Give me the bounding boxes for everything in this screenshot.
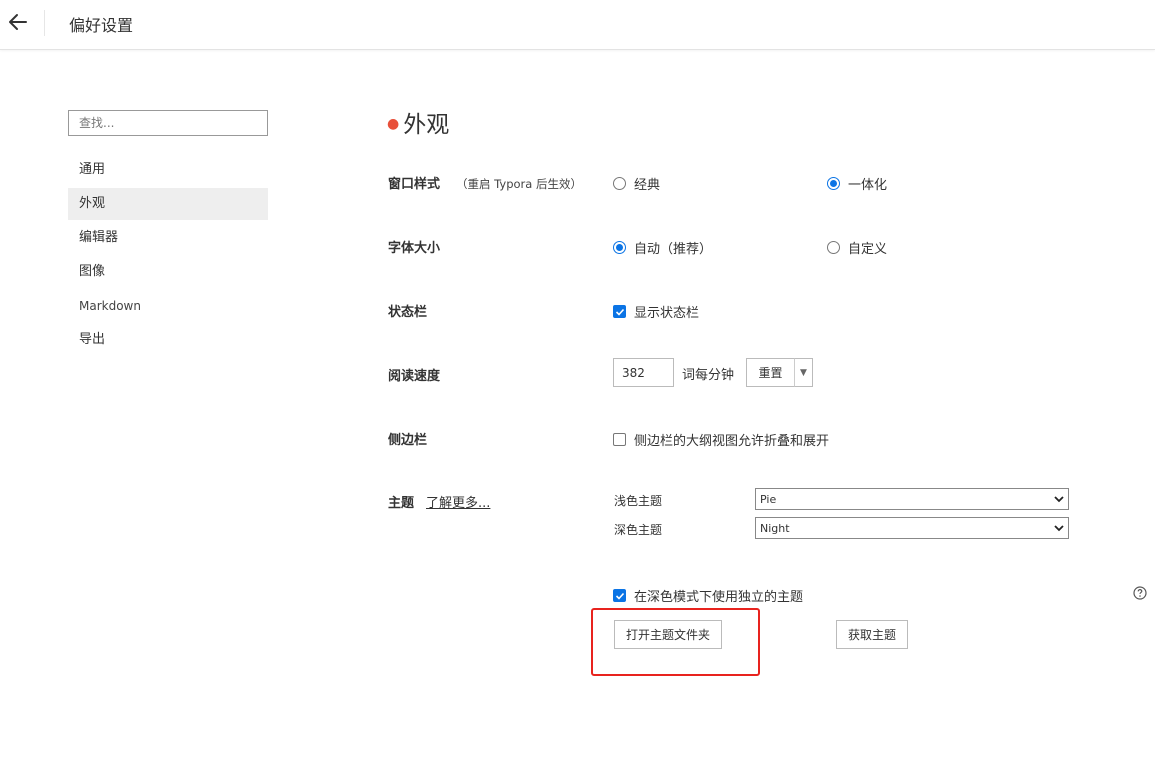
- theme-label-text: 主题: [388, 496, 415, 511]
- radio-custom[interactable]: [827, 241, 840, 254]
- theme-label: 主题 了解更多...: [388, 492, 490, 511]
- checkbox-label: 显示状态栏: [634, 306, 700, 321]
- option-label: 自动（推荐）: [634, 242, 713, 257]
- sidebar-setting-label: 侧边栏: [388, 433, 428, 448]
- outline-collapse-checkbox[interactable]: [613, 433, 626, 446]
- sidebar-item-markdown[interactable]: Markdown: [68, 290, 268, 322]
- open-theme-folder-button[interactable]: 打开主题文件夹: [614, 620, 722, 649]
- outline-collapse-option[interactable]: 侧边栏的大纲视图允许折叠和展开: [613, 430, 829, 449]
- radio-classic[interactable]: [613, 177, 626, 190]
- light-theme-label: 浅色主题: [614, 494, 663, 508]
- window-style-label: 窗口样式 （重启 Typora 后生效）: [388, 173, 582, 192]
- reading-speed-unit: 词每分钟: [682, 368, 735, 383]
- chevron-down-icon: [1054, 525, 1064, 532]
- status-bar-label: 状态栏: [388, 305, 428, 320]
- sidebar-item-general[interactable]: 通用: [68, 154, 268, 186]
- arrow-left-icon: [9, 14, 27, 30]
- window-style-hint: （重启 Typora 后生效）: [456, 177, 582, 191]
- back-button[interactable]: [4, 8, 32, 36]
- separate-dark-theme-checkbox[interactable]: [613, 589, 626, 602]
- window-style-unified-option[interactable]: 一体化: [827, 174, 887, 193]
- chevron-down-icon: [1054, 496, 1064, 503]
- select-value: Pie: [760, 492, 777, 506]
- section-dot-icon: ●: [387, 116, 400, 132]
- search-input[interactable]: [68, 110, 268, 136]
- option-label: 自定义: [848, 242, 888, 257]
- page-title: 偏好设置: [69, 16, 134, 35]
- section-heading: ● 外观: [387, 105, 449, 139]
- checkbox-label: 侧边栏的大纲视图允许折叠和展开: [634, 434, 830, 449]
- sidebar-item-export[interactable]: 导出: [68, 324, 268, 356]
- sidebar-item-editor[interactable]: 编辑器: [68, 222, 268, 254]
- font-size-label: 字体大小: [388, 241, 441, 256]
- window-style-classic-option[interactable]: 经典: [613, 174, 660, 193]
- dark-theme-select[interactable]: Night: [755, 517, 1069, 539]
- help-icon[interactable]: [1133, 586, 1147, 600]
- light-theme-select[interactable]: Pie: [755, 488, 1069, 510]
- select-value: Night: [760, 521, 790, 535]
- divider: [44, 10, 45, 36]
- window-style-label-text: 窗口样式: [388, 177, 441, 192]
- checkmark-icon: [615, 592, 624, 600]
- show-status-bar-option[interactable]: 显示状态栏: [613, 302, 699, 321]
- section-title: 外观: [403, 112, 450, 138]
- get-themes-button[interactable]: 获取主题: [836, 620, 908, 649]
- reading-speed-label: 阅读速度: [388, 369, 441, 384]
- show-status-bar-checkbox[interactable]: [613, 305, 626, 318]
- checkmark-icon: [615, 308, 624, 316]
- separate-dark-theme-option[interactable]: 在深色模式下使用独立的主题: [613, 586, 803, 605]
- sidebar-item-image[interactable]: 图像: [68, 256, 268, 288]
- radio-unified[interactable]: [827, 177, 840, 190]
- font-size-custom-option[interactable]: 自定义: [827, 238, 887, 257]
- option-label: 一体化: [848, 178, 888, 193]
- checkbox-label: 在深色模式下使用独立的主题: [634, 590, 804, 605]
- radio-auto[interactable]: [613, 241, 626, 254]
- dark-theme-label: 深色主题: [614, 523, 663, 537]
- option-label: 经典: [634, 178, 661, 193]
- caret-down-icon: ▼: [800, 367, 807, 378]
- title-bar: 偏好设置: [0, 0, 1155, 50]
- reset-button[interactable]: 重置: [746, 358, 795, 387]
- learn-more-link[interactable]: 了解更多...: [426, 496, 490, 511]
- reset-dropdown-button[interactable]: ▼: [794, 358, 813, 387]
- sidebar-nav: 通用 外观 编辑器 图像 Markdown 导出: [68, 154, 268, 358]
- sidebar-item-appearance[interactable]: 外观: [68, 188, 268, 220]
- reading-speed-input[interactable]: [613, 358, 674, 387]
- font-size-auto-option[interactable]: 自动（推荐）: [613, 238, 712, 257]
